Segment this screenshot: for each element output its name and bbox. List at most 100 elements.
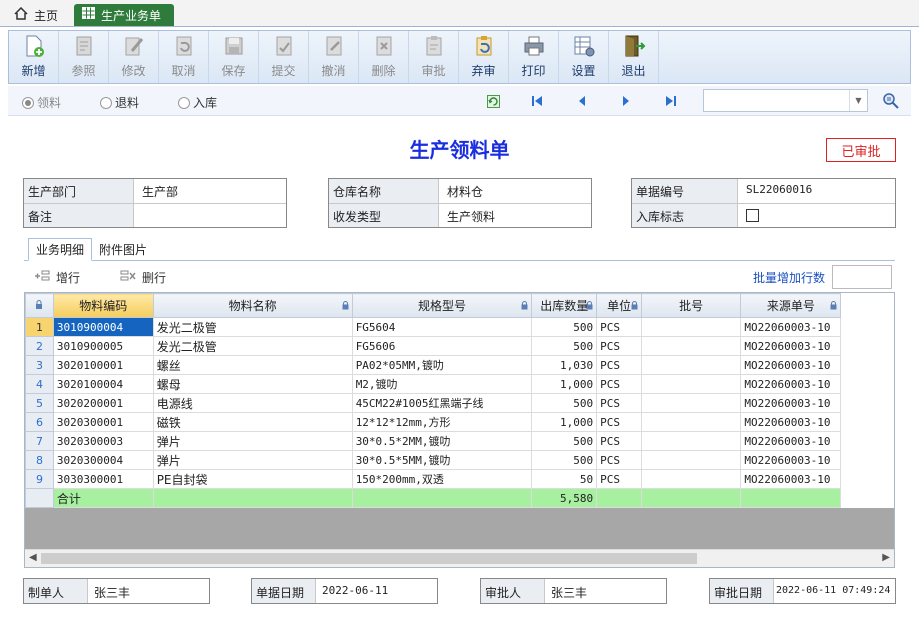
radio-return[interactable]: 退料 <box>100 94 139 111</box>
batch-add-input[interactable] <box>832 265 892 289</box>
iotype-field[interactable]: 生产领料 <box>439 204 591 227</box>
delete-row-button[interactable]: 删行 <box>120 269 166 286</box>
cell-5[interactable] <box>641 355 742 375</box>
table-row[interactable]: 6 3020300001 磁铁 12*12*12mm,方形 1,000 PCS MO2206… <box>25 412 894 432</box>
cell-0[interactable]: 3020100004 <box>52 374 154 394</box>
batch-add-label[interactable]: 批量增加行数 <box>753 269 825 286</box>
cell-4[interactable]: PCS <box>596 374 643 394</box>
column-header-2[interactable]: 规格型号 <box>351 293 533 318</box>
first-record-icon[interactable] <box>530 94 544 108</box>
cell-3[interactable]: 1,000 <box>531 374 598 394</box>
cell-1[interactable]: 弹片 <box>152 450 353 470</box>
cell-3[interactable]: 500 <box>531 393 598 413</box>
revoke-button[interactable]: 撤消 <box>309 31 359 83</box>
cell-3[interactable]: 50 <box>531 469 598 489</box>
cell-3[interactable]: 500 <box>531 450 598 470</box>
table-row[interactable]: 2 3010900005 发光二极管 FG5606 500 PCS MO22060003-1… <box>25 336 894 356</box>
cell-6[interactable]: MO22060003-10 <box>740 431 842 451</box>
tab-detail[interactable]: 业务明细 <box>28 238 93 261</box>
cell-2[interactable]: 12*12*12mm,方形 <box>351 412 533 432</box>
scroll-right-icon[interactable]: ▶ <box>882 552 890 563</box>
ref-button[interactable]: 参照 <box>59 31 109 83</box>
scroll-left-icon[interactable]: ◀ <box>29 552 37 563</box>
docno-field[interactable]: SL22060016 <box>738 179 895 203</box>
cell-3[interactable]: 1,000 <box>531 412 598 432</box>
instock-flag-checkbox[interactable] <box>746 209 759 222</box>
cell-0[interactable]: 3010900005 <box>52 336 154 356</box>
scrollbar-thumb[interactable] <box>41 553 697 564</box>
column-header-6[interactable]: 来源单号 <box>740 293 842 318</box>
last-record-icon[interactable] <box>664 94 678 108</box>
column-header-1[interactable]: 物料名称 <box>152 293 353 318</box>
cell-5[interactable] <box>641 450 742 470</box>
cell-6[interactable]: MO22060003-10 <box>740 469 842 489</box>
cell-1[interactable]: 弹片 <box>152 431 353 451</box>
cell-5[interactable] <box>641 412 742 432</box>
next-record-icon[interactable] <box>619 94 633 108</box>
column-header-5[interactable]: 批号 <box>641 293 742 318</box>
cell-1[interactable]: PE自封袋 <box>152 469 353 489</box>
prev-record-icon[interactable] <box>575 94 589 108</box>
column-header-0[interactable]: 物料编码 <box>52 293 154 318</box>
cell-4[interactable]: PCS <box>596 469 643 489</box>
table-row[interactable]: 9 3030300001 PE自封袋 150*200mm,双透 50 PCS MO22060… <box>25 469 894 489</box>
cell-4[interactable]: PCS <box>596 393 643 413</box>
cell-0[interactable]: 3020300003 <box>52 431 154 451</box>
cell-1[interactable]: 磁铁 <box>152 412 353 432</box>
cell-1[interactable]: 螺母 <box>152 374 353 394</box>
submit-button[interactable]: 提交 <box>259 31 309 83</box>
tab-attachments[interactable]: 附件图片 <box>92 238 154 261</box>
table-row[interactable]: 4 3020100004 螺母 M2,镀叻 1,000 PCS MO22060003-10 <box>25 374 894 394</box>
note-field[interactable] <box>134 204 286 227</box>
new-button[interactable]: 新增 <box>9 31 59 83</box>
cell-0[interactable]: 3020300001 <box>52 412 154 432</box>
cell-1[interactable]: 电源线 <box>152 393 353 413</box>
warehouse-field[interactable]: 材料仓 <box>439 179 591 203</box>
radio-pick[interactable]: 领料 <box>22 94 61 111</box>
cell-6[interactable]: MO22060003-10 <box>740 317 842 337</box>
cell-4[interactable]: PCS <box>596 450 643 470</box>
cell-2[interactable]: 30*0.5*2MM,镀叻 <box>351 431 533 451</box>
horizontal-scrollbar[interactable]: ◀ ▶ <box>25 549 894 567</box>
cell-2[interactable]: PA02*05MM,镀叻 <box>351 355 533 375</box>
chevron-down-icon[interactable]: ▼ <box>849 90 867 111</box>
settings-button[interactable]: 设置 <box>559 31 609 83</box>
cell-4[interactable]: PCS <box>596 431 643 451</box>
cell-5[interactable] <box>641 317 742 337</box>
table-row[interactable]: 5 3020200001 电源线 45CM22#1005红黑端子线 500 PCS MO22… <box>25 393 894 413</box>
cell-6[interactable]: MO22060003-10 <box>740 393 842 413</box>
cell-5[interactable] <box>641 431 742 451</box>
delete-button[interactable]: 删除 <box>359 31 409 83</box>
edit-button[interactable]: 修改 <box>109 31 159 83</box>
cell-5[interactable] <box>641 336 742 356</box>
cell-6[interactable]: MO22060003-10 <box>740 374 842 394</box>
cell-2[interactable]: M2,镀叻 <box>351 374 533 394</box>
cell-2[interactable]: 30*0.5*5MM,镀叻 <box>351 450 533 470</box>
cell-0[interactable]: 3020200001 <box>52 393 154 413</box>
cell-3[interactable]: 1,030 <box>531 355 598 375</box>
table-row[interactable]: 7 3020300003 弹片 30*0.5*2MM,镀叻 500 PCS MO220600… <box>25 431 894 451</box>
cell-2[interactable]: 45CM22#1005红黑端子线 <box>351 393 533 413</box>
add-row-button[interactable]: 增行 <box>34 269 80 286</box>
cell-1[interactable]: 发光二极管 <box>152 317 353 337</box>
table-row[interactable]: 1 3010900004 发光二极管 FG5604 500 PCS MO22060003-1… <box>25 317 894 337</box>
cell-5[interactable] <box>641 469 742 489</box>
save-button[interactable]: 保存 <box>209 31 259 83</box>
tab-production-doc[interactable]: 生产业务单 <box>74 4 174 26</box>
unaudit-button[interactable]: 弃审 <box>459 31 509 83</box>
refresh-icon[interactable] <box>486 94 500 108</box>
exit-button[interactable]: 退出 <box>609 31 659 83</box>
table-row[interactable]: 3 3020100001 螺丝 PA02*05MM,镀叻 1,030 PCS MO22060… <box>25 355 894 375</box>
column-header-4[interactable]: 单位 <box>596 293 643 318</box>
cell-2[interactable]: FG5604 <box>351 317 533 337</box>
cell-2[interactable]: FG5606 <box>351 336 533 356</box>
audit-button[interactable]: 审批 <box>409 31 459 83</box>
search-icon[interactable] <box>882 92 900 110</box>
cell-6[interactable]: MO22060003-10 <box>740 355 842 375</box>
cell-6[interactable]: MO22060003-10 <box>740 412 842 432</box>
cell-5[interactable] <box>641 374 742 394</box>
cell-4[interactable]: PCS <box>596 355 643 375</box>
dept-field[interactable]: 生产部 <box>134 179 286 203</box>
cell-4[interactable]: PCS <box>596 412 643 432</box>
cancel-button[interactable]: 取消 <box>159 31 209 83</box>
